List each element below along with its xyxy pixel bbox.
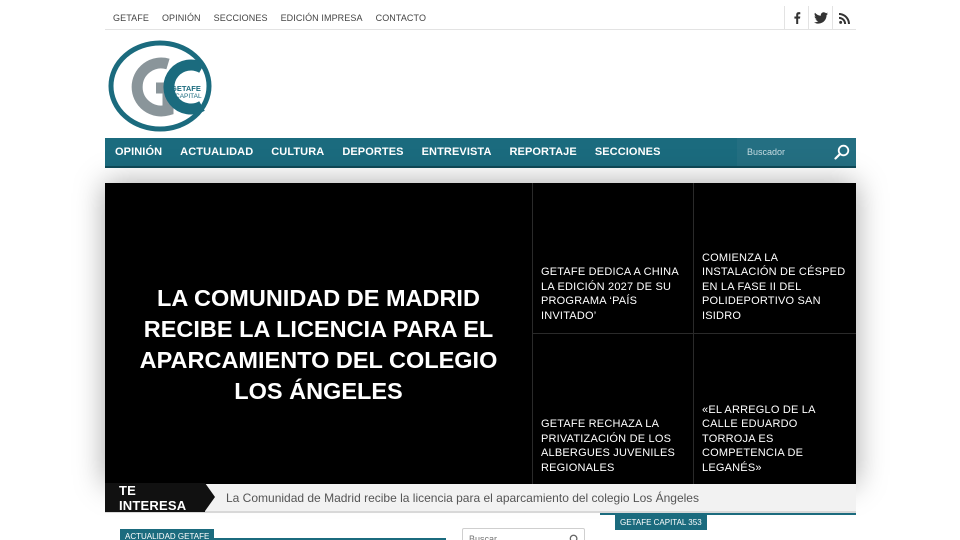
top-nav-edicion-impresa[interactable]: EDICIÓN IMPRESA bbox=[274, 13, 369, 23]
nav-item-reportaje[interactable]: REPORTAJE bbox=[500, 138, 585, 166]
nav-item-deportes[interactable]: DEPORTES bbox=[333, 138, 412, 166]
sidebar-search-input[interactable] bbox=[463, 530, 563, 540]
nav-search bbox=[737, 138, 856, 166]
featured-main-headline[interactable]: LA COMUNIDAD DE MADRID RECIBE LA LICENCI… bbox=[129, 283, 509, 407]
main-nav: OPINIÓN ACTUALIDAD CULTURA DEPORTES ENTR… bbox=[105, 138, 856, 168]
news-ticker: TE INTERESA La Comunidad de Madrid recib… bbox=[105, 483, 856, 513]
featured-tile-1[interactable]: GETAFE DEDICA A CHINA LA EDICIÓN 2027 DE… bbox=[532, 183, 693, 333]
site-logo[interactable]: GETAFE CAPITAL bbox=[108, 38, 218, 134]
featured-tile-4[interactable]: «EL ARREGLO DE LA CALLE EDUARDO TORROJA … bbox=[693, 333, 856, 485]
featured-tile-headline[interactable]: «EL ARREGLO DE LA CALLE EDUARDO TORROJA … bbox=[702, 403, 848, 476]
social-links bbox=[784, 6, 856, 30]
top-nav-contacto[interactable]: CONTACTO bbox=[369, 13, 432, 23]
twitter-icon[interactable] bbox=[808, 6, 832, 30]
top-nav-opinion[interactable]: OPINIÓN bbox=[155, 13, 207, 23]
nav-item-actualidad[interactable]: ACTUALIDAD bbox=[171, 138, 262, 166]
nav-item-secciones[interactable]: SECCIONES bbox=[586, 138, 670, 166]
section-badge-edicion[interactable]: GETAFE CAPITAL 353 bbox=[615, 515, 707, 530]
top-bar: GETAFE OPINIÓN SECCIONES EDICIÓN IMPRESA… bbox=[105, 6, 856, 30]
search-icon[interactable] bbox=[569, 532, 580, 540]
featured-tile-3[interactable]: GETAFE RECHAZA LA PRIVATIZACIÓN DE LOS A… bbox=[532, 333, 693, 485]
featured-main-article[interactable]: LA COMUNIDAD DE MADRID RECIBE LA LICENCI… bbox=[105, 183, 532, 485]
nav-item-opinion[interactable]: OPINIÓN bbox=[105, 138, 171, 166]
featured-tile-headline[interactable]: COMIENZA LA INSTALACIÓN DE CÉSPED EN LA … bbox=[702, 251, 848, 324]
search-input[interactable] bbox=[737, 147, 827, 157]
top-nav-getafe[interactable]: GETAFE bbox=[105, 13, 155, 23]
ticker-headline[interactable]: La Comunidad de Madrid recibe la licenci… bbox=[226, 491, 699, 505]
top-nav-secciones[interactable]: SECCIONES bbox=[207, 13, 274, 23]
featured-block: LA COMUNIDAD DE MADRID RECIBE LA LICENCI… bbox=[105, 183, 856, 485]
nav-item-cultura[interactable]: CULTURA bbox=[262, 138, 333, 166]
logo-text-capital: CAPITAL bbox=[175, 93, 202, 100]
featured-tile-headline[interactable]: GETAFE DEDICA A CHINA LA EDICIÓN 2027 DE… bbox=[541, 265, 685, 323]
ticker-label: TE INTERESA bbox=[105, 483, 215, 513]
featured-tile-2[interactable]: COMIENZA LA INSTALACIÓN DE CÉSPED EN LA … bbox=[693, 183, 856, 333]
featured-tile-headline[interactable]: GETAFE RECHAZA LA PRIVATIZACIÓN DE LOS A… bbox=[541, 417, 685, 475]
rss-icon[interactable] bbox=[832, 6, 856, 30]
sidebar-search bbox=[462, 528, 585, 540]
top-nav: GETAFE OPINIÓN SECCIONES EDICIÓN IMPRESA… bbox=[105, 13, 433, 23]
section-badge-actualidad[interactable]: ACTUALIDAD GETAFE bbox=[120, 529, 215, 540]
logo-text-getafe: GETAFE bbox=[171, 84, 201, 93]
nav-item-entrevista[interactable]: ENTREVISTA bbox=[413, 138, 501, 166]
facebook-icon[interactable] bbox=[784, 6, 808, 30]
search-icon[interactable] bbox=[834, 144, 850, 165]
